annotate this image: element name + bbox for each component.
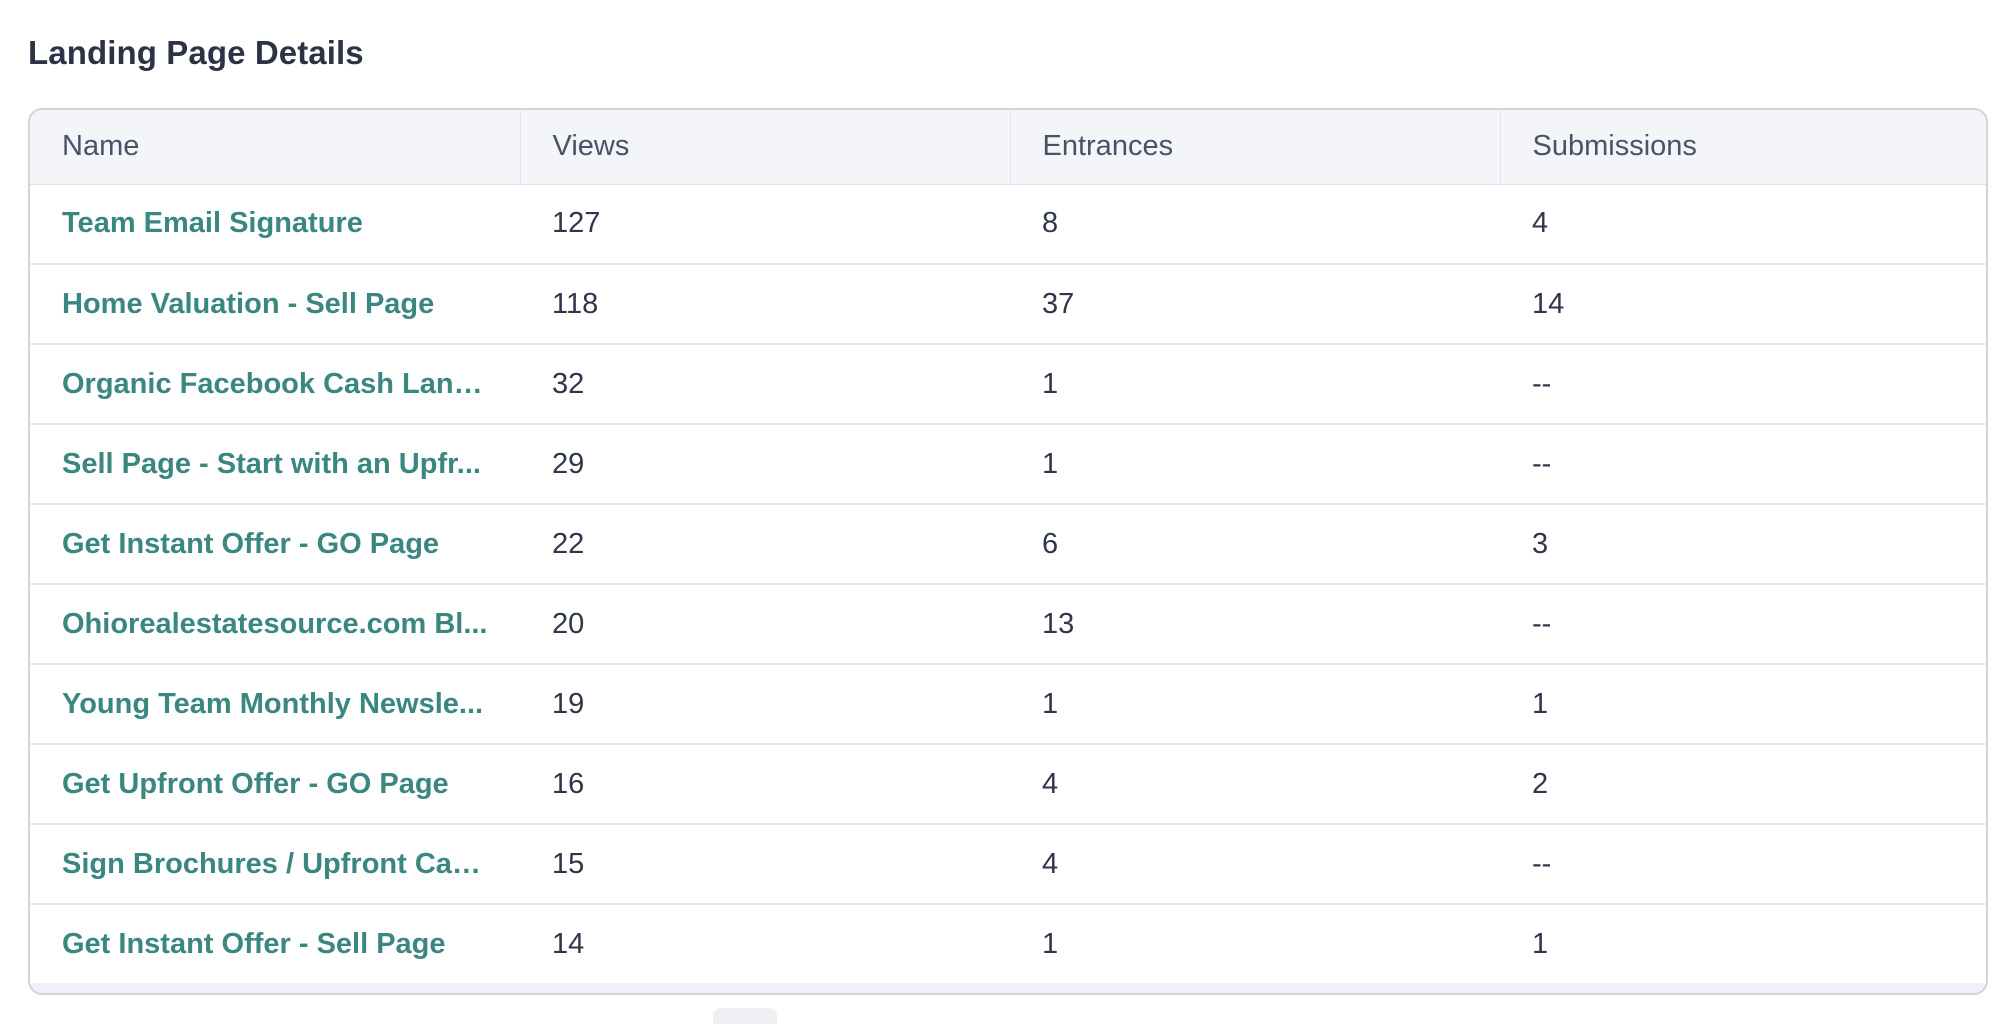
header-row: Name Views Entrances Submissions (30, 110, 1986, 185)
submissions-cell: 1 (1532, 687, 1549, 720)
table-row: Get Instant Offer - GO Page 22 6 3 (30, 504, 1986, 584)
views-cell: 15 (552, 847, 585, 880)
table-row: Team Email Signature 127 8 4 (30, 184, 1986, 264)
submissions-cell: 3 (1532, 527, 1549, 560)
entrances-cell: 1 (1042, 927, 1059, 960)
table-row: Get Upfront Offer - GO Page 16 4 2 (30, 744, 1986, 824)
table-row: Young Team Monthly Newsle... 19 1 1 (30, 664, 1986, 744)
entrances-cell: 1 (1042, 687, 1059, 720)
table-row: Get Instant Offer - Sell Page 14 1 1 (30, 904, 1986, 984)
landing-page-table: Name Views Entrances Submissions Team Em… (28, 108, 1988, 995)
table-row: Ohiorealestatesource.com Bl... 20 13 -- (30, 584, 1986, 664)
submissions-cell: -- (1532, 847, 1552, 880)
views-cell: 32 (552, 367, 585, 400)
entrances-cell: 8 (1042, 207, 1059, 240)
submissions-cell: -- (1532, 447, 1552, 480)
pagination-indicator[interactable] (713, 1008, 777, 1024)
submissions-cell: 14 (1532, 287, 1565, 320)
entrances-cell: 1 (1042, 367, 1059, 400)
submissions-cell: 2 (1532, 767, 1549, 800)
table-row: Sign Brochures / Upfront Cas... 15 4 -- (30, 824, 1986, 904)
table-header: Name Views Entrances Submissions (30, 110, 1986, 185)
table-body: Team Email Signature 127 8 4 Home Valuat… (30, 184, 1986, 984)
data-table: Name Views Entrances Submissions Team Em… (30, 110, 1986, 985)
row-name-cell: Sell Page - Start with an Upfr... (30, 424, 520, 504)
column-header-submissions[interactable]: Submissions (1500, 110, 1986, 185)
landing-page-link[interactable]: Home Valuation - Sell Page (62, 288, 434, 320)
submissions-cell: 4 (1532, 207, 1549, 240)
entrances-cell: 13 (1042, 607, 1075, 640)
views-cell: 14 (552, 927, 585, 960)
table-row: Organic Facebook Cash Land... 32 1 -- (30, 344, 1986, 424)
landing-page-link[interactable]: Get Instant Offer - Sell Page (62, 928, 446, 960)
entrances-cell: 4 (1042, 847, 1059, 880)
row-name-cell: Get Instant Offer - GO Page (30, 504, 520, 584)
landing-page-link[interactable]: Organic Facebook Cash Land... (62, 368, 496, 400)
views-cell: 20 (552, 607, 585, 640)
table-footer-strip (30, 983, 1986, 993)
row-name-cell: Home Valuation - Sell Page (30, 264, 520, 344)
table-row: Sell Page - Start with an Upfr... 29 1 -… (30, 424, 1986, 504)
row-name-cell: Team Email Signature (30, 184, 520, 264)
landing-page-link[interactable]: Sell Page - Start with an Upfr... (62, 448, 481, 480)
column-header-name[interactable]: Name (30, 110, 521, 185)
column-header-entrances[interactable]: Entrances (1010, 110, 1501, 185)
views-cell: 118 (552, 287, 599, 320)
row-name-cell: Young Team Monthly Newsle... (30, 664, 520, 744)
submissions-cell: 1 (1532, 927, 1549, 960)
row-name-cell: Ohiorealestatesource.com Bl... (30, 584, 520, 664)
views-cell: 22 (552, 527, 585, 560)
landing-page-link[interactable]: Ohiorealestatesource.com Bl... (62, 608, 487, 640)
row-name-cell: Organic Facebook Cash Land... (30, 344, 520, 424)
landing-page-link[interactable]: Sign Brochures / Upfront Cas... (62, 848, 492, 880)
column-header-views[interactable]: Views (520, 110, 1011, 185)
entrances-cell: 6 (1042, 527, 1059, 560)
views-cell: 19 (552, 687, 585, 720)
submissions-cell: -- (1532, 607, 1552, 640)
landing-page-details-panel: Landing Page Details Name Views Entrance… (0, 0, 2014, 1024)
entrances-cell: 1 (1042, 447, 1059, 480)
table-row: Home Valuation - Sell Page 118 37 14 (30, 264, 1986, 344)
entrances-cell: 37 (1042, 287, 1075, 320)
views-cell: 127 (552, 207, 601, 240)
landing-page-link[interactable]: Young Team Monthly Newsle... (62, 688, 483, 720)
row-name-cell: Get Upfront Offer - GO Page (30, 744, 520, 824)
views-cell: 16 (552, 767, 585, 800)
row-name-cell: Get Instant Offer - Sell Page (30, 904, 520, 984)
views-cell: 29 (552, 447, 585, 480)
section-title: Landing Page Details (28, 34, 364, 71)
entrances-cell: 4 (1042, 767, 1059, 800)
landing-page-link[interactable]: Get Upfront Offer - GO Page (62, 768, 449, 800)
row-name-cell: Sign Brochures / Upfront Cas... (30, 824, 520, 904)
landing-page-link[interactable]: Team Email Signature (62, 207, 363, 239)
landing-page-link[interactable]: Get Instant Offer - GO Page (62, 528, 439, 560)
submissions-cell: -- (1532, 367, 1552, 400)
